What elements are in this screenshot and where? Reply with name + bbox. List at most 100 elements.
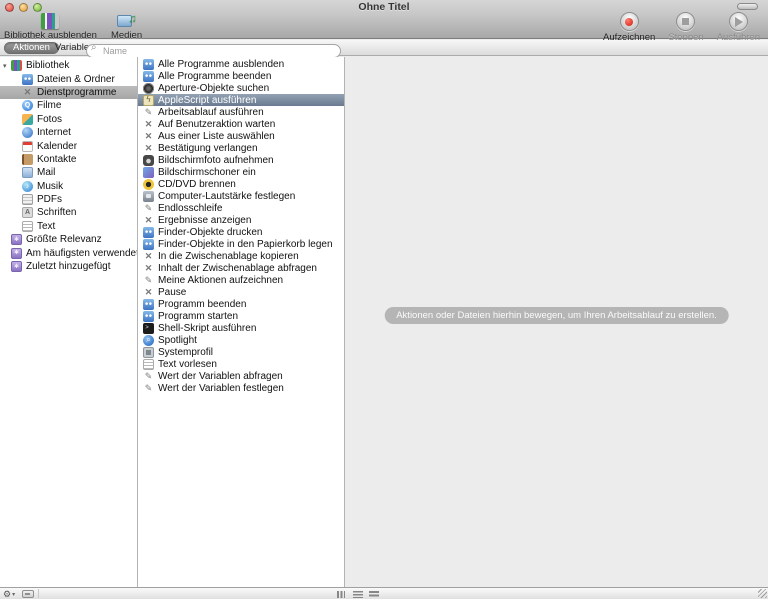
search-input[interactable] xyxy=(86,44,341,58)
action-item-label: Pause xyxy=(158,287,186,298)
search-field: ⌕ xyxy=(86,41,341,55)
action-list-item[interactable]: Bestätigung verlangen xyxy=(138,142,344,154)
view-list-icon[interactable] xyxy=(353,591,363,598)
action-item-label: Meine Aktionen aufzeichnen xyxy=(158,275,283,286)
sidebar-item[interactable]: ▾ Filme xyxy=(0,99,137,112)
action-list-item[interactable]: Aus einer Liste auswählen xyxy=(138,130,344,142)
view-columns-icon[interactable] xyxy=(337,591,345,598)
sidebar-item-label: Kontakte xyxy=(37,154,76,165)
action-item-label: Aus einer Liste auswählen xyxy=(158,131,275,142)
sidebar-item[interactable]: ▾ PDFs xyxy=(0,193,137,206)
action-list-item[interactable]: Text vorlesen xyxy=(138,358,344,370)
tab-aktionen[interactable]: Aktionen xyxy=(4,42,59,54)
camera-icon xyxy=(143,155,154,166)
sidebar-item-label: Schriften xyxy=(37,207,76,218)
action-list-item[interactable]: Meine Aktionen aufzeichnen xyxy=(138,274,344,286)
action-list-item[interactable]: Systemprofil xyxy=(138,346,344,358)
sidebar-item[interactable]: ▾ Mail xyxy=(0,166,137,179)
action-item-label: CD/DVD brennen xyxy=(158,179,236,190)
title-toolbar: Ohne Titel Bibliothek ausblenden Medien … xyxy=(0,0,768,39)
utilities-icon xyxy=(143,263,154,274)
action-list-item[interactable]: Programm beenden xyxy=(138,298,344,310)
action-list-item[interactable]: In die Zwischenablage kopieren xyxy=(138,250,344,262)
action-list-item[interactable]: Finder-Objekte drucken xyxy=(138,226,344,238)
hide-library-button[interactable]: Bibliothek ausblenden xyxy=(4,13,97,41)
sidebar-item-label: Mail xyxy=(37,167,55,178)
sidebar-item[interactable]: ▾ Kontakte xyxy=(0,153,137,166)
sidebar-item[interactable]: ▾ Schriften xyxy=(0,206,137,219)
action-list-item[interactable]: CD/DVD brennen xyxy=(138,178,344,190)
empty-workflow-hint: Aktionen oder Dateien hierhin bewegen, u… xyxy=(384,307,729,324)
action-list-item[interactable]: Aperture-Objekte suchen xyxy=(138,82,344,94)
record-icon xyxy=(625,18,633,26)
sidebar-item[interactable]: ▾ Text xyxy=(0,220,137,233)
action-list-item[interactable]: Spotlight xyxy=(138,334,344,346)
chevron-down-icon: ▾ xyxy=(12,591,15,598)
action-list-item[interactable]: AppleScript ausführen xyxy=(138,94,344,106)
action-list-item[interactable]: Wert der Variablen festlegen xyxy=(138,382,344,394)
library-books-icon xyxy=(41,13,59,29)
action-list-item[interactable]: Pause xyxy=(138,286,344,298)
sidebar-item[interactable]: ▾ Musik xyxy=(0,180,137,193)
sidebar-item-label: Filme xyxy=(37,100,61,111)
action-list-item[interactable]: Alle Programme beenden xyxy=(138,70,344,82)
sidebar-item-label: Dienstprogramme xyxy=(37,87,116,98)
action-list-item[interactable]: Bildschirmschoner ein xyxy=(138,166,344,178)
run-button[interactable]: Ausführen xyxy=(717,12,760,43)
workflow-canvas[interactable]: Aktionen oder Dateien hierhin bewegen, u… xyxy=(345,57,768,587)
action-item-label: Wert der Variablen abfragen xyxy=(158,371,283,382)
sidebar-item[interactable]: ▾ Dienstprogramme xyxy=(0,86,137,99)
status-divider xyxy=(38,589,39,598)
text-icon xyxy=(22,221,33,232)
action-list-item[interactable]: Arbeitsablauf ausführen xyxy=(138,106,344,118)
sidebar-item[interactable]: ▾ Zuletzt hinzugefügt xyxy=(0,260,137,273)
view-compact-icon[interactable] xyxy=(369,591,379,598)
sidebar-item[interactable]: ▾ Kalender xyxy=(0,139,137,152)
disclosure-triangle-icon[interactable]: ▾ xyxy=(3,62,11,70)
action-list-item[interactable]: Endlosschleife xyxy=(138,202,344,214)
sidebar-item[interactable]: ▾ Fotos xyxy=(0,113,137,126)
action-list-item[interactable]: Ergebnisse anzeigen xyxy=(138,214,344,226)
toolbar-toggle-button[interactable] xyxy=(737,3,758,10)
action-item-label: In die Zwischenablage kopieren xyxy=(158,251,299,262)
sidebar-item[interactable]: ▾ Dateien & Ordner xyxy=(0,72,137,85)
stop-button[interactable]: Stoppen xyxy=(668,12,703,43)
finder-icon xyxy=(22,74,33,85)
action-list-item[interactable]: Programm starten xyxy=(138,310,344,322)
record-button[interactable]: Aufzeichnen xyxy=(603,12,655,43)
media-button[interactable]: Medien xyxy=(111,13,142,41)
sidebar-item[interactable]: ▾ Bibliothek xyxy=(0,59,137,72)
sidebar-item[interactable]: ▾ Am häufigsten verwendet xyxy=(0,246,137,259)
spotlight-icon xyxy=(143,335,154,346)
action-list-item[interactable]: Shell-Skript ausführen xyxy=(138,322,344,334)
workflow-icon xyxy=(143,383,154,394)
sidebar-item[interactable]: ▾ Internet xyxy=(0,126,137,139)
sidebar-item-label: Dateien & Ordner xyxy=(37,74,115,85)
sidebar-item-label: Am häufigsten verwendet xyxy=(26,248,138,259)
media-panel-button[interactable] xyxy=(22,590,34,598)
finder-icon xyxy=(143,59,154,70)
music-icon xyxy=(22,181,33,192)
action-list-item[interactable]: Inhalt der Zwischenablage abfragen xyxy=(138,262,344,274)
action-item-label: AppleScript ausführen xyxy=(158,95,256,106)
burn-icon xyxy=(143,179,154,190)
action-list-item[interactable]: Alle Programme ausblenden xyxy=(138,58,344,70)
resize-grip[interactable] xyxy=(758,589,767,598)
action-menu-button[interactable]: ⚙ ▾ xyxy=(3,588,15,599)
workflow-icon xyxy=(143,371,154,382)
library-sidebar: ▾ Bibliothek ▾ Dateien & Ordner ▾ Dienst… xyxy=(0,57,138,587)
text-icon xyxy=(143,359,154,370)
utilities-icon xyxy=(22,87,33,98)
action-list-item[interactable]: Wert der Variablen abfragen xyxy=(138,370,344,382)
smart-folder-icon xyxy=(11,234,22,245)
action-list-item[interactable]: Computer-Lautstärke festlegen xyxy=(138,190,344,202)
sidebar-item-label: Musik xyxy=(37,181,63,192)
action-list-item[interactable]: Finder-Objekte in den Papierkorb legen xyxy=(138,238,344,250)
aperture-icon xyxy=(143,83,154,94)
workflow-icon xyxy=(143,275,154,286)
action-list-item[interactable]: Bildschirmfoto aufnehmen xyxy=(138,154,344,166)
sidebar-item[interactable]: ▾ Größte Relevanz xyxy=(0,233,137,246)
action-item-label: Wert der Variablen festlegen xyxy=(158,383,284,394)
action-list-item[interactable]: Auf Benutzeraktion warten xyxy=(138,118,344,130)
status-bar: ⚙ ▾ xyxy=(0,587,768,599)
